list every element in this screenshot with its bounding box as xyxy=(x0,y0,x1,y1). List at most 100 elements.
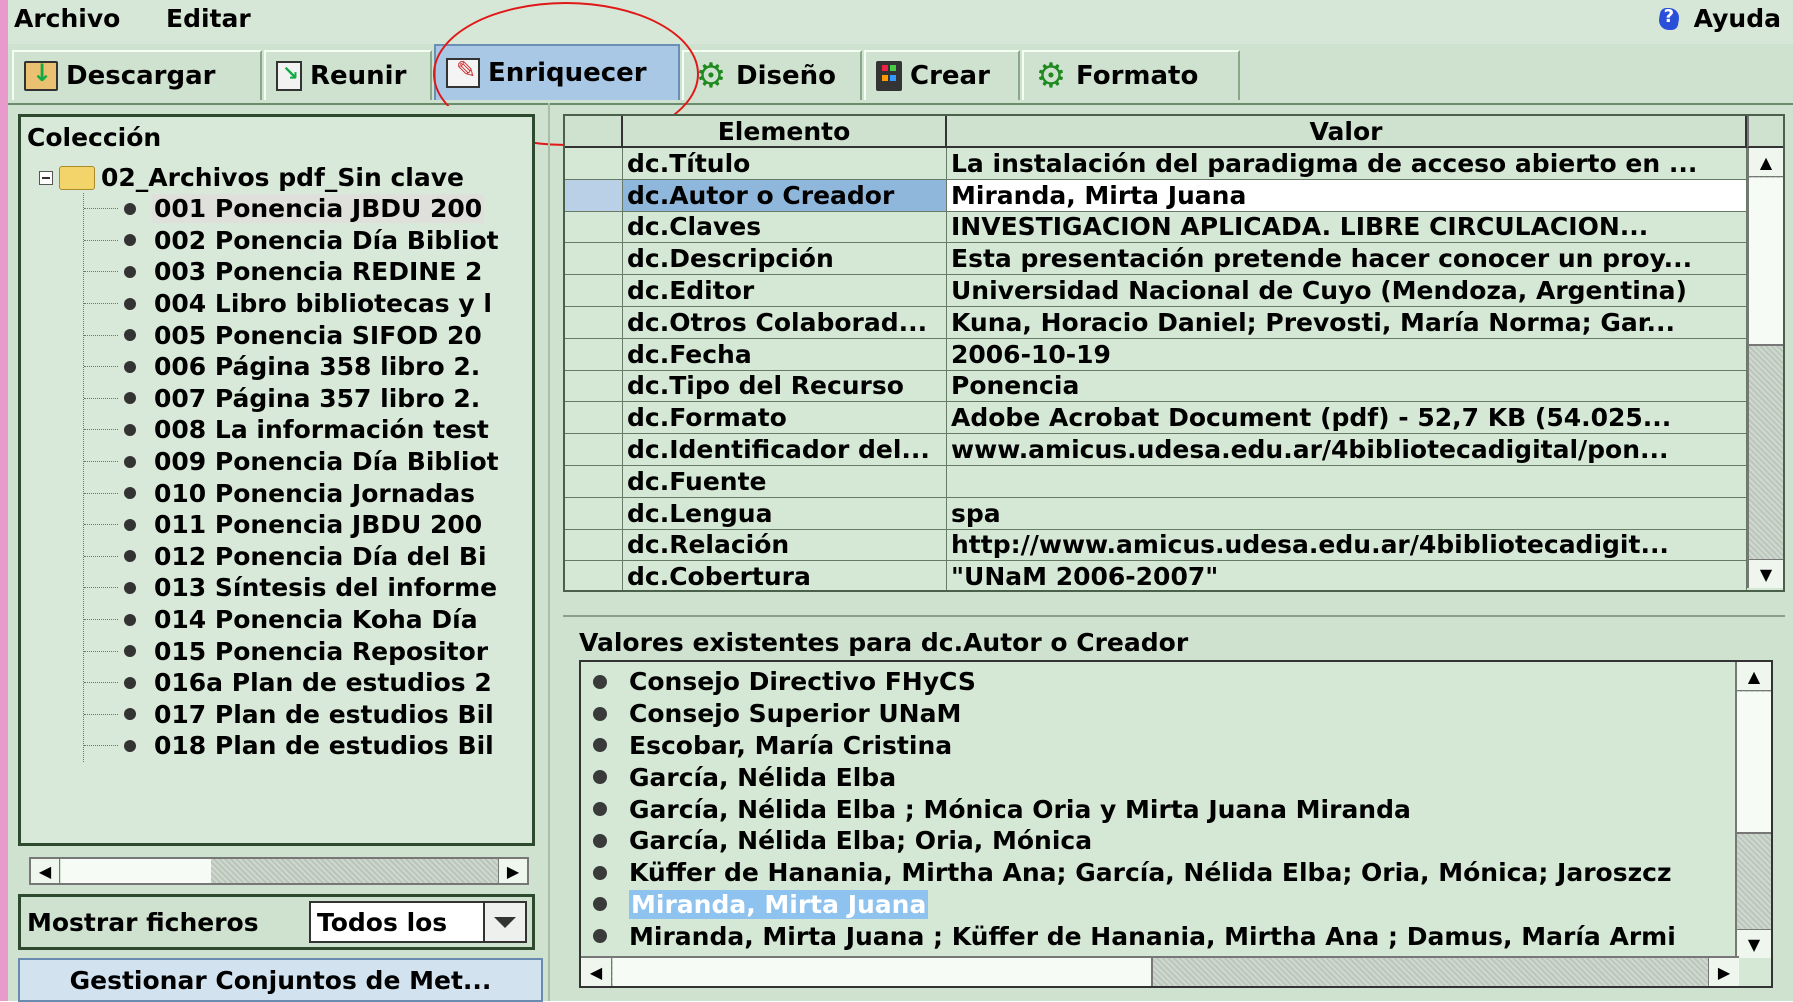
tree-item[interactable]: 017 Plan de estudios Bil xyxy=(84,699,536,731)
value-cell[interactable]: spa xyxy=(947,497,1747,530)
value-cell-editing[interactable]: Miranda, Mirta Juana xyxy=(947,179,1747,212)
values-vertical-scrollbar[interactable]: ▲ ▼ xyxy=(1735,662,1771,958)
scroll-up-icon[interactable]: ▲ xyxy=(1737,662,1771,691)
values-horizontal-scrollbar[interactable]: ◀ ▶ xyxy=(581,956,1739,986)
table-row[interactable]: dc.Descripción Esta presentación pretende… xyxy=(565,243,1747,276)
list-item[interactable]: Küffer de Hanania, Mirtha Ana; García, N… xyxy=(581,857,1731,889)
scroll-left-icon[interactable]: ◀ xyxy=(581,958,612,986)
scroll-thumb[interactable] xyxy=(613,958,1153,986)
metadata-vertical-scrollbar[interactable]: ▲ ▼ xyxy=(1747,148,1783,588)
tree-item[interactable]: 011 Ponencia JBDU 200 xyxy=(84,509,536,541)
chevron-down-icon[interactable] xyxy=(483,903,525,941)
table-row-selected[interactable]: dc.Autor o Creador Miranda, Mirta Juana xyxy=(565,179,1747,212)
list-item[interactable]: Escobar, María Cristina xyxy=(581,730,1731,762)
panel-divider[interactable] xyxy=(548,103,550,1001)
list-item[interactable]: García, Nélida Elba xyxy=(581,761,1731,793)
tree-item[interactable]: 003 Ponencia REDINE 2 xyxy=(84,256,536,288)
element-cell[interactable]: dc.Tipo del Recurso xyxy=(623,370,947,403)
element-cell[interactable]: dc.Relación xyxy=(623,529,947,562)
tree-item[interactable]: 016a Plan de estudios 2 xyxy=(84,667,536,699)
element-cell[interactable]: dc.Otros Colaborad... xyxy=(623,306,947,339)
tree-item[interactable]: 012 Ponencia Día del Bi xyxy=(84,541,536,573)
tree-item[interactable]: 015 Ponencia Repositor xyxy=(84,635,536,667)
column-header-element[interactable]: Elemento xyxy=(623,116,947,148)
tab-reunir[interactable]: Reunir xyxy=(264,50,432,100)
tab-descargar[interactable]: Descargar xyxy=(12,50,262,100)
value-cell[interactable]: La instalación del paradigma de acceso a… xyxy=(947,148,1747,180)
value-cell[interactable] xyxy=(947,465,1747,498)
scroll-down-icon[interactable]: ▼ xyxy=(1737,929,1771,958)
table-row[interactable]: dc.Fecha 2006-10-19 xyxy=(565,338,1747,371)
scroll-left-icon[interactable]: ◀ xyxy=(31,859,60,883)
manage-metadata-sets-button[interactable]: Gestionar Conjuntos de Met... xyxy=(18,958,543,1002)
tree-item[interactable]: 001 Ponencia JBDU 200 xyxy=(84,193,536,225)
element-cell[interactable]: dc.Fecha xyxy=(623,338,947,371)
table-row[interactable]: dc.Fuente xyxy=(565,465,1747,498)
tab-diseno[interactable]: ⚙ Diseño xyxy=(682,50,862,100)
tree-item[interactable]: 006 Página 358 libro 2. xyxy=(84,351,536,383)
list-item[interactable]: Miranda, Mirta Juana ; Küffer de Hanania… xyxy=(581,920,1731,952)
tree-item[interactable]: 014 Ponencia Koha Día xyxy=(84,604,536,636)
value-cell[interactable]: Ponencia xyxy=(947,370,1747,403)
list-item-selected[interactable]: Miranda, Mirta Juana xyxy=(581,889,1731,921)
menu-ayuda[interactable]: Ayuda xyxy=(1656,4,1781,33)
table-row[interactable]: dc.Tipo del Recurso Ponencia xyxy=(565,370,1747,403)
tree-item[interactable]: 008 La información test xyxy=(84,414,536,446)
table-row[interactable]: dc.Identificador del... www.amicus.udesa.… xyxy=(565,434,1747,466)
tree-item[interactable]: 018 Plan de estudios Bil xyxy=(84,730,536,762)
element-cell[interactable]: dc.Título xyxy=(623,148,947,180)
tree-horizontal-scrollbar[interactable]: ◀ ▶ xyxy=(29,857,529,885)
table-row[interactable]: dc.Cobertura "UNaM 2006-2007" xyxy=(565,561,1747,590)
value-cell[interactable]: http://www.amicus.udesa.edu.ar/4bibliote… xyxy=(947,529,1747,562)
element-cell[interactable]: dc.Identificador del... xyxy=(623,434,947,466)
table-row[interactable]: dc.Claves INVESTIGACION APLICADA. LIBRE C… xyxy=(565,211,1747,244)
table-row[interactable]: dc.Título La instalación del paradigma de… xyxy=(565,148,1747,180)
tree-root-folder[interactable]: 02_Archivos pdf_Sin clave xyxy=(39,163,464,192)
menu-editar[interactable]: Editar xyxy=(166,4,251,33)
value-cell[interactable]: Esta presentación pretende hacer conocer… xyxy=(947,243,1747,276)
tree-item[interactable]: 009 Ponencia Día Bibliot xyxy=(84,446,536,478)
scroll-thumb[interactable] xyxy=(61,859,213,883)
table-row[interactable]: dc.Relación http://www.amicus.udesa.edu.a… xyxy=(565,529,1747,562)
file-filter-select[interactable]: Todos los xyxy=(309,901,527,943)
value-cell[interactable]: INVESTIGACION APLICADA. LIBRE CIRCULACIO… xyxy=(947,211,1747,244)
element-cell[interactable]: dc.Formato xyxy=(623,402,947,435)
tab-crear[interactable]: Crear xyxy=(864,50,1020,100)
element-cell[interactable]: dc.Cobertura xyxy=(623,561,947,590)
scroll-right-icon[interactable]: ▶ xyxy=(498,859,527,883)
table-row[interactable]: dc.Otros Colaborad... Kuna, Horacio Danie… xyxy=(565,306,1747,339)
value-cell[interactable]: "UNaM 2006-2007" xyxy=(947,561,1747,590)
column-header-value[interactable]: Valor xyxy=(947,116,1747,148)
tree-item[interactable]: 007 Página 357 libro 2. xyxy=(84,383,536,415)
list-item[interactable]: Consejo Directivo FHyCS xyxy=(581,666,1731,698)
list-item[interactable]: García, Nélida Elba ; Mónica Oria y Mirt… xyxy=(581,793,1731,825)
tree-item[interactable]: 004 Libro bibliotecas y l xyxy=(84,288,536,320)
tree-item[interactable]: 005 Ponencia SIFOD 20 xyxy=(84,319,536,351)
element-cell[interactable]: dc.Lengua xyxy=(623,497,947,530)
table-row[interactable]: dc.Editor Universidad Nacional de Cuyo (M… xyxy=(565,275,1747,307)
tree-item[interactable]: 002 Ponencia Día Bibliot xyxy=(84,225,536,257)
table-row[interactable]: dc.Formato Adobe Acrobat Document (pdf) -… xyxy=(565,402,1747,435)
scroll-thumb[interactable] xyxy=(1737,692,1771,834)
menu-archivo[interactable]: Archivo xyxy=(14,4,120,33)
value-cell[interactable]: 2006-10-19 xyxy=(947,338,1747,371)
scroll-track[interactable] xyxy=(211,859,499,883)
scroll-up-icon[interactable]: ▲ xyxy=(1749,148,1783,177)
element-cell[interactable]: dc.Fuente xyxy=(623,465,947,498)
element-cell[interactable]: dc.Descripción xyxy=(623,243,947,276)
value-cell[interactable]: www.amicus.udesa.edu.ar/4bibliotecadigit… xyxy=(947,434,1747,466)
tree-item[interactable]: 010 Ponencia Jornadas xyxy=(84,477,536,509)
scroll-down-icon[interactable]: ▼ xyxy=(1749,559,1783,588)
tree-item[interactable]: 013 Síntesis del informe xyxy=(84,572,536,604)
value-cell[interactable]: Universidad Nacional de Cuyo (Mendoza, A… xyxy=(947,275,1747,307)
value-cell[interactable]: Kuna, Horacio Daniel; Prevosti, María No… xyxy=(947,306,1747,339)
element-cell[interactable]: dc.Editor xyxy=(623,275,947,307)
scroll-thumb[interactable] xyxy=(1749,178,1783,346)
table-row[interactable]: dc.Lengua spa xyxy=(565,497,1747,530)
list-item[interactable]: Consejo Superior UNaM xyxy=(581,698,1731,730)
collapse-icon[interactable] xyxy=(39,170,53,185)
element-cell[interactable]: dc.Claves xyxy=(623,211,947,244)
list-item[interactable]: García, Nélida Elba; Oria, Mónica xyxy=(581,825,1731,857)
tab-formato[interactable]: ⚙ Formato xyxy=(1022,50,1240,100)
element-cell[interactable]: dc.Autor o Creador xyxy=(623,179,947,212)
